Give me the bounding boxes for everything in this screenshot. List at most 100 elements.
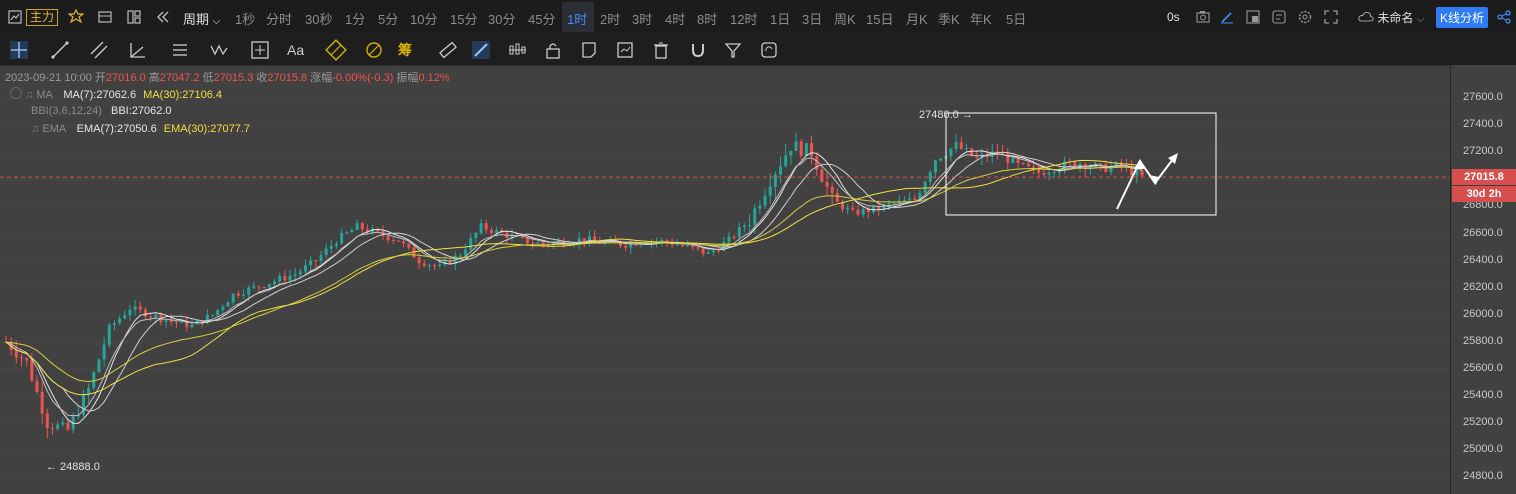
- lock-icon[interactable]: [542, 39, 564, 61]
- settings-gear-icon[interactable]: [67, 8, 85, 28]
- fullscreen-icon[interactable]: [1324, 10, 1338, 27]
- candle-body: [1099, 163, 1103, 165]
- ma-indicator-name[interactable]: MA: [36, 89, 52, 101]
- candle-body: [360, 223, 364, 230]
- draw-pen-icon[interactable]: [1220, 10, 1234, 27]
- interval-tab[interactable]: 5日: [1006, 9, 1026, 28]
- interval-tab[interactable]: 15日: [866, 9, 893, 28]
- price-axis[interactable]: 27600.027400.027200.027000.026800.026600…: [1450, 65, 1516, 494]
- candle-body: [107, 324, 111, 345]
- horizontal-lines-icon[interactable]: [169, 39, 191, 61]
- angle-icon[interactable]: [127, 39, 149, 61]
- measure-icon[interactable]: [249, 39, 271, 61]
- note-icon[interactable]: [578, 39, 600, 61]
- interval-tab[interactable]: 30秒: [305, 9, 332, 28]
- candle-body: [536, 242, 540, 244]
- interval-tab[interactable]: 12时: [730, 9, 757, 28]
- crosshair-icon[interactable]: [8, 39, 30, 61]
- interval-tab[interactable]: 季K: [938, 9, 960, 28]
- interval-tab[interactable]: 4时: [665, 9, 685, 28]
- candle-body: [923, 181, 927, 193]
- interval-tab[interactable]: 1日: [770, 9, 790, 28]
- report-icon[interactable]: [614, 39, 636, 61]
- filter-icon[interactable]: [722, 39, 744, 61]
- interval-tab[interactable]: 1秒: [235, 9, 255, 28]
- interval-tab[interactable]: 3日: [802, 9, 822, 28]
- candle-body: [118, 318, 122, 324]
- interval-tab[interactable]: 1时: [567, 9, 587, 28]
- bbi-indicator-name[interactable]: BBI(3,6,12,24): [31, 105, 102, 117]
- grid-layer: [0, 97, 1450, 478]
- candle-body: [784, 155, 788, 167]
- candle-body: [675, 244, 679, 246]
- candle-body: [732, 236, 736, 238]
- interval-tab[interactable]: 2时: [600, 9, 620, 28]
- candle-body: [164, 320, 168, 322]
- interval-tab[interactable]: 月K: [906, 9, 928, 28]
- candle-body: [680, 244, 684, 246]
- gann-icon[interactable]: [363, 39, 385, 61]
- candle-body: [582, 238, 586, 242]
- window-icon[interactable]: [1246, 10, 1260, 27]
- replay-back-icon[interactable]: [156, 10, 170, 27]
- latency-indicator: 0s: [1167, 10, 1180, 24]
- candle-body: [211, 314, 215, 316]
- candles-icon[interactable]: [506, 39, 528, 61]
- interval-tab[interactable]: 10分: [410, 9, 437, 28]
- candle-body: [717, 250, 721, 252]
- high-value: 27047.2: [159, 72, 200, 84]
- candle-body: [474, 232, 478, 239]
- chart-type-icon[interactable]: [8, 10, 22, 27]
- trash-icon[interactable]: [650, 39, 672, 61]
- ema30-line: [5, 166, 1143, 383]
- ohlc-info-line: 2023-09-21 10:00 开27016.0 高27047.2 低2701…: [5, 69, 450, 85]
- split-view-icon[interactable]: [127, 10, 141, 27]
- magnet-icon[interactable]: [687, 39, 709, 61]
- candle-body: [1042, 172, 1046, 175]
- selection-rectangle[interactable]: [945, 112, 1217, 216]
- interval-tab[interactable]: 15分: [450, 9, 477, 28]
- gear-icon[interactable]: [1298, 10, 1312, 27]
- amplitude-value: 0.12%: [418, 72, 450, 84]
- fib-icon[interactable]: [325, 39, 347, 61]
- ruler-icon[interactable]: [437, 39, 459, 61]
- trendline-icon[interactable]: [49, 39, 71, 61]
- camera-icon[interactable]: [1196, 10, 1210, 26]
- wave-icon[interactable]: [208, 39, 230, 61]
- bell-icon[interactable]: ♫: [31, 123, 39, 135]
- cloud-layout-dropdown[interactable]: 未命名 ⌵: [1358, 9, 1424, 26]
- interval-tab[interactable]: 30分: [488, 9, 515, 28]
- ema-indicator-name[interactable]: EMA: [42, 123, 65, 135]
- visibility-toggle-icon[interactable]: [10, 87, 22, 99]
- interval-tab[interactable]: 分时: [266, 9, 292, 28]
- main-indicator-tag[interactable]: 主力: [26, 9, 59, 26]
- text-icon[interactable]: Aa: [287, 39, 309, 61]
- parallel-channel-icon[interactable]: [88, 39, 110, 61]
- price-tick-label: 26400.0: [1463, 253, 1503, 266]
- kline-analysis-button[interactable]: K线分析: [1436, 7, 1489, 28]
- ma-layer: [5, 150, 1143, 424]
- layout-icon[interactable]: [98, 10, 112, 27]
- interval-tab[interactable]: 年K: [970, 9, 992, 28]
- share-icon[interactable]: [1497, 10, 1511, 27]
- period-dropdown[interactable]: 周期 ⌵: [183, 9, 220, 28]
- interval-tab[interactable]: 周K: [834, 9, 856, 28]
- candle-body: [696, 247, 700, 249]
- brush-icon[interactable]: [470, 39, 492, 61]
- alert-icon[interactable]: [1272, 10, 1286, 27]
- candle-body: [799, 141, 803, 156]
- bell-icon[interactable]: ♫: [25, 89, 33, 101]
- candle-body: [334, 243, 338, 246]
- ma7-value: MA(7):27062.6: [63, 89, 137, 101]
- interval-tab[interactable]: 8时: [697, 9, 717, 28]
- interval-tab[interactable]: 1分: [345, 9, 365, 28]
- chips-icon[interactable]: 筹: [398, 39, 420, 61]
- high-label: 高: [148, 72, 160, 84]
- interval-tab[interactable]: 3时: [632, 9, 652, 28]
- interval-tab[interactable]: 5分: [378, 9, 398, 28]
- candle-body: [908, 198, 912, 201]
- candle-body: [314, 260, 318, 262]
- open-value: 27016.0: [105, 72, 146, 84]
- interval-tab[interactable]: 45分: [528, 9, 555, 28]
- sync-icon[interactable]: [758, 39, 780, 61]
